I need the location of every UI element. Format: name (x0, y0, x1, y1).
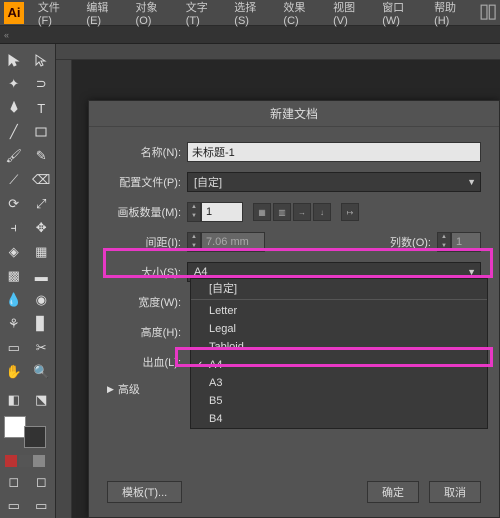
type-tool[interactable]: T (28, 96, 56, 120)
size-option-a4[interactable]: ✓A4 (191, 356, 487, 374)
draw-mode-normal[interactable]: ◻ (0, 470, 28, 494)
screen-mode-2[interactable]: ▭ (28, 494, 56, 518)
screen-mode[interactable]: ▭ (0, 494, 28, 518)
menu-bar: Ai 文件(F) 编辑(E) 对象(O) 文字(T) 选择(S) 效果(C) 视… (0, 0, 500, 26)
artboards-input[interactable] (201, 202, 243, 222)
columns-input[interactable] (451, 232, 481, 252)
size-option-b5[interactable]: B5 (191, 392, 487, 410)
arrange-docs-icon[interactable] (480, 4, 496, 22)
mesh-tool[interactable]: ▩ (0, 264, 28, 288)
grid-by-row-icon[interactable]: ▦ (253, 203, 271, 221)
scale-tool[interactable]: ⤢ (28, 192, 56, 216)
selection-tool[interactable] (0, 48, 28, 72)
mini-swatch-3[interactable] (33, 455, 45, 467)
ltr-icon[interactable]: ↦ (341, 203, 359, 221)
menu-text[interactable]: 文字(T) (178, 0, 227, 27)
triangle-right-icon: ▶ (107, 384, 114, 395)
menu-select[interactable]: 选择(S) (226, 0, 275, 27)
spacing-spinner[interactable]: ▲▼ (187, 232, 201, 252)
menu-file[interactable]: 文件(F) (30, 0, 79, 27)
mini-swatch-2[interactable] (19, 455, 31, 467)
spacing-label: 间距(I): (107, 234, 187, 250)
height-label: 高度(H): (107, 324, 187, 340)
mini-swatch-1[interactable] (5, 455, 17, 467)
size-option-b4[interactable]: B4 (191, 410, 487, 428)
bleed-label: 出血(L): (107, 354, 187, 370)
width-tool[interactable]: ⫞ (0, 216, 28, 240)
size-option-a3[interactable]: A3 (191, 374, 487, 392)
eraser-tool[interactable]: ⌫ (28, 168, 56, 192)
blob-brush-tool[interactable]: ⟋ (0, 168, 28, 192)
menu-effect[interactable]: 效果(C) (275, 0, 325, 27)
menu-view[interactable]: 视图(V) (325, 0, 374, 27)
columns-label: 列数(O): (381, 234, 437, 250)
width-label: 宽度(W): (107, 294, 187, 310)
size-option-letter[interactable]: Letter (191, 302, 487, 320)
line-tool[interactable]: ╱ (0, 120, 28, 144)
size-option-legal[interactable]: Legal (191, 320, 487, 338)
tab-chevrons-icon[interactable]: « (0, 26, 500, 44)
symbol-sprayer-tool[interactable]: ⚘ (0, 312, 28, 336)
arrange-row-icon[interactable]: → (293, 203, 311, 221)
perspective-tool[interactable]: ▦ (28, 240, 56, 264)
size-label: 大小(S): (107, 264, 187, 280)
hand-tool[interactable]: ✋ (0, 360, 28, 384)
shape-builder-tool[interactable]: ◈ (0, 240, 28, 264)
size-option-custom[interactable]: [自定] (191, 279, 487, 297)
toolbox: ✦⊃ T ╱ 🖌✎ ⟋⌫ ⟳⤢ ⫞✥ ◈▦ ▩▬ 💧◉ ⚘▊ ▭✂ ✋🔍 ◧⬔ … (0, 44, 56, 518)
default-colors[interactable]: ⬔ (28, 388, 56, 412)
menu-help[interactable]: 帮助(H) (426, 0, 476, 27)
profile-value: [自定] (194, 174, 222, 190)
dialog-title: 新建文档 (89, 101, 499, 127)
column-graph-tool[interactable]: ▊ (28, 312, 56, 336)
name-input[interactable] (187, 142, 481, 162)
profile-label: 配置文件(P): (107, 174, 187, 190)
advanced-label: 高级 (118, 381, 140, 397)
ruler-vertical (56, 60, 72, 518)
rectangle-tool[interactable] (28, 120, 56, 144)
direct-selection-tool[interactable] (28, 48, 56, 72)
artboard-tool[interactable]: ▭ (0, 336, 28, 360)
name-label: 名称(N): (107, 144, 187, 160)
chevron-down-icon: ▼ (467, 177, 476, 187)
zoom-tool[interactable]: 🔍 (28, 360, 56, 384)
ok-button[interactable]: 确定 (367, 481, 419, 503)
grid-by-col-icon[interactable]: ▥ (273, 203, 291, 221)
cancel-button[interactable]: 取消 (429, 481, 481, 503)
size-option-tabloid[interactable]: Tabloid (191, 338, 487, 356)
spacing-input[interactable] (201, 232, 265, 252)
size-value: A4 (194, 266, 207, 278)
magic-wand-tool[interactable]: ✦ (0, 72, 28, 96)
document-tab-strip: « (0, 26, 500, 44)
check-icon: ✓ (195, 360, 203, 371)
artboards-label: 画板数量(M): (107, 204, 187, 220)
profile-select[interactable]: [自定] ▼ (187, 172, 481, 192)
app-logo: Ai (4, 2, 24, 24)
foreground-swatch[interactable] (4, 416, 26, 438)
background-swatch[interactable] (24, 426, 46, 448)
artboards-spinner[interactable]: ▲▼ (187, 202, 201, 222)
menu-edit[interactable]: 编辑(E) (78, 0, 127, 27)
blend-tool[interactable]: ◉ (28, 288, 56, 312)
pen-tool[interactable] (0, 96, 28, 120)
menu-window[interactable]: 窗口(W) (374, 0, 426, 27)
fill-stroke-toggle[interactable]: ◧ (0, 388, 28, 412)
arrange-col-icon[interactable]: ↓ (313, 203, 331, 221)
ruler-horizontal (56, 44, 500, 60)
menu-object[interactable]: 对象(O) (128, 0, 178, 27)
templates-button[interactable]: 模板(T)... (107, 481, 182, 503)
size-dropdown: [自定] Letter Legal Tabloid ✓A4 A3 B5 B4 (190, 278, 488, 429)
draw-mode-behind[interactable]: ◻ (28, 470, 56, 494)
paintbrush-tool[interactable]: 🖌 (0, 144, 28, 168)
pencil-tool[interactable]: ✎ (28, 144, 56, 168)
columns-spinner[interactable]: ▲▼ (437, 232, 451, 252)
free-transform-tool[interactable]: ✥ (28, 216, 56, 240)
slice-tool[interactable]: ✂ (28, 336, 56, 360)
chevron-down-icon: ▼ (467, 267, 476, 277)
gradient-tool[interactable]: ▬ (28, 264, 56, 288)
eyedropper-tool[interactable]: 💧 (0, 288, 28, 312)
rotate-tool[interactable]: ⟳ (0, 192, 28, 216)
color-swatches[interactable] (4, 416, 52, 448)
lasso-tool[interactable]: ⊃ (28, 72, 56, 96)
